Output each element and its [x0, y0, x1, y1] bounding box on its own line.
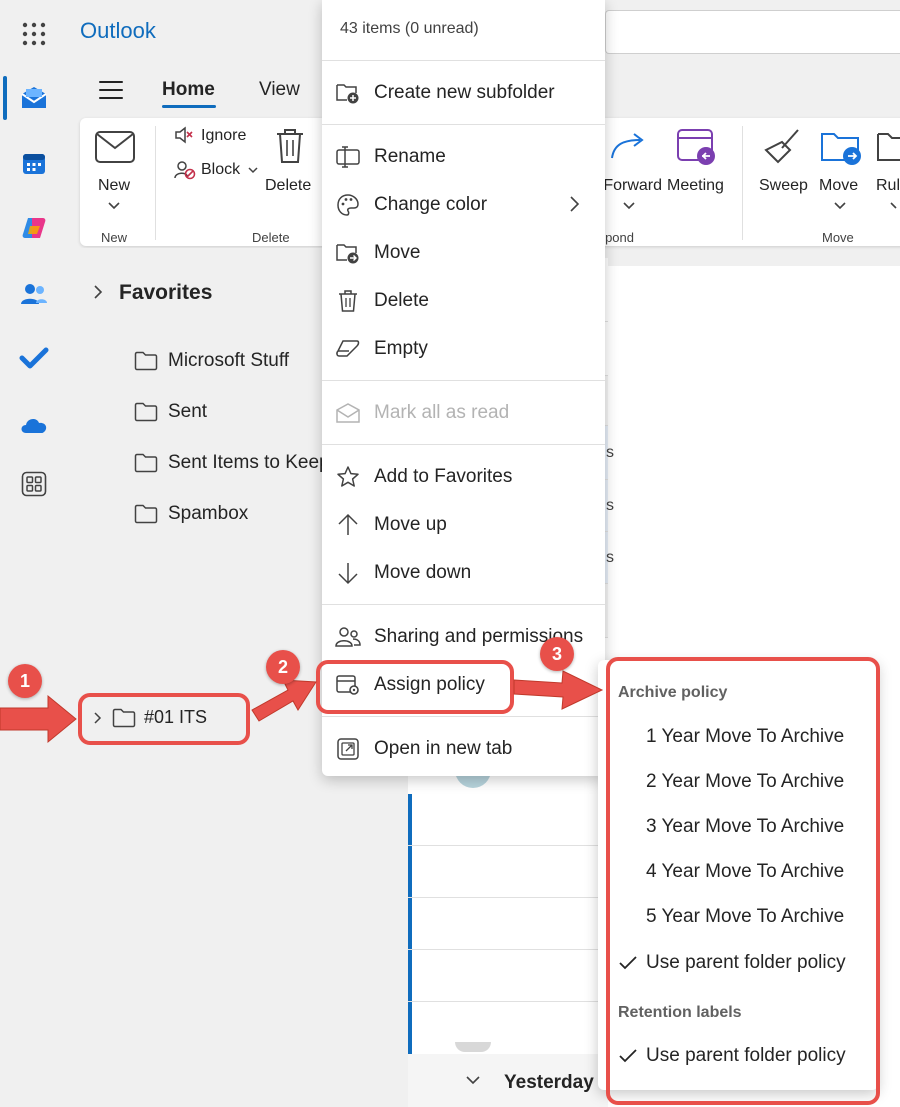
- arrow-1: [0, 694, 77, 744]
- arrow-3: [513, 670, 604, 710]
- step-badge-1: 1: [8, 664, 42, 698]
- step-badge-3: 3: [540, 637, 574, 671]
- step-badge-2: 2: [266, 650, 300, 684]
- arrow-2: [251, 679, 317, 722]
- annotation-arrows: [0, 670, 604, 744]
